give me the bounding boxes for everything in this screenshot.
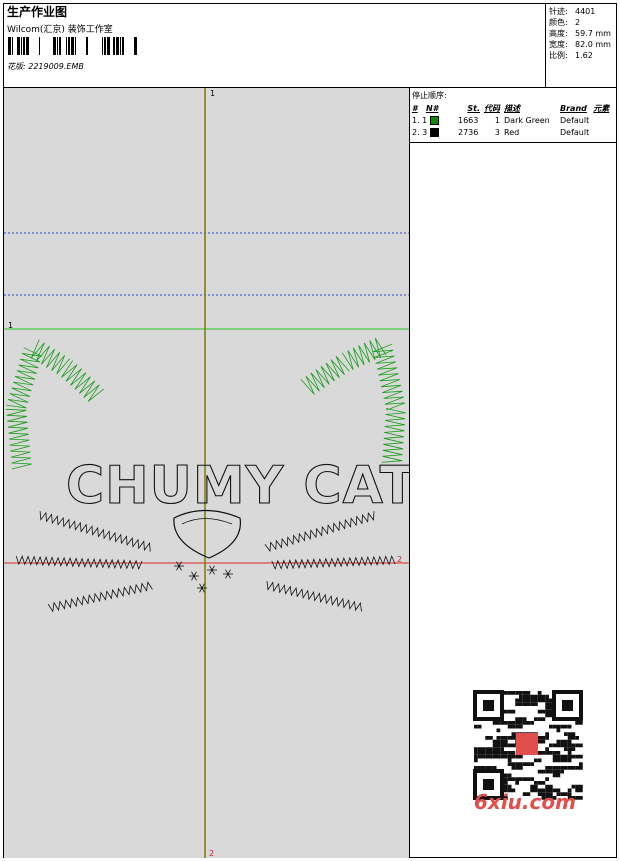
page-title: 生产作业图 xyxy=(7,5,68,19)
design-canvas[interactable]: 1 1 2 2 CHUMY CAT xyxy=(4,88,409,858)
software-name: Wilcom(汇京) 装饰工作室 xyxy=(7,25,113,35)
thread-swatch xyxy=(429,115,439,125)
thread-row[interactable]: 1. 1 1663 1 Dark Green Default xyxy=(410,114,611,126)
embroidery-preview: 1 1 2 2 CHUMY CAT xyxy=(4,88,409,858)
barcode xyxy=(8,37,137,55)
col-needle: N# xyxy=(426,103,439,113)
stat-stitches: 针迹: 4401 xyxy=(549,7,596,16)
col-stitches: St. xyxy=(467,103,480,113)
col-code: 代码 xyxy=(484,103,500,113)
col-brand: Brand xyxy=(560,103,587,113)
canvas-divider xyxy=(409,87,410,858)
stat-width: 宽度: 82.0 mm xyxy=(549,40,611,49)
design-file-name: 花版: 2219009.EMB xyxy=(7,62,84,71)
cat-ears xyxy=(6,337,406,470)
cat-nose xyxy=(173,509,241,593)
header-divider xyxy=(545,3,546,88)
stat-height: 高度: 59.7 mm xyxy=(549,29,611,38)
stat-scale: 比例: 1.62 xyxy=(549,51,593,60)
stop-sequence-panel: 停止顺序: # N# St. 代码 描述 Brand 元素 1. 1 1663 … xyxy=(410,88,616,142)
axis-label-bottom: 2 xyxy=(209,849,214,858)
col-hash: # xyxy=(412,103,418,113)
stat-colors: 颜色: 2 xyxy=(549,18,581,27)
col-desc: 描述 xyxy=(504,103,520,113)
design-text: CHUMY CAT xyxy=(66,456,409,516)
col-element: 元素 xyxy=(593,103,610,113)
design-stats: 针迹: 4401 颜色: 2 高度: 59.7 mm 宽度: 82.0 mm 比例: 1.… xyxy=(549,6,611,61)
watermark-text: 6xiu.com xyxy=(474,790,576,814)
axis-label-left: 1 xyxy=(8,321,13,330)
thread-row[interactable]: 2. 3 2736 3 Red Default xyxy=(410,126,611,138)
thread-table: # N# St. 代码 描述 Brand 元素 1. 1 1663 1 Dark… xyxy=(410,102,611,138)
stop-sequence-title: 停止顺序: xyxy=(412,91,447,100)
axis-label-top: 1 xyxy=(210,89,215,98)
thread-swatch xyxy=(429,127,439,137)
axis-label-right: 2 xyxy=(397,555,402,564)
panel-bottom-rule xyxy=(410,142,617,143)
thread-table-header: # N# St. 代码 描述 Brand 元素 xyxy=(410,102,611,114)
